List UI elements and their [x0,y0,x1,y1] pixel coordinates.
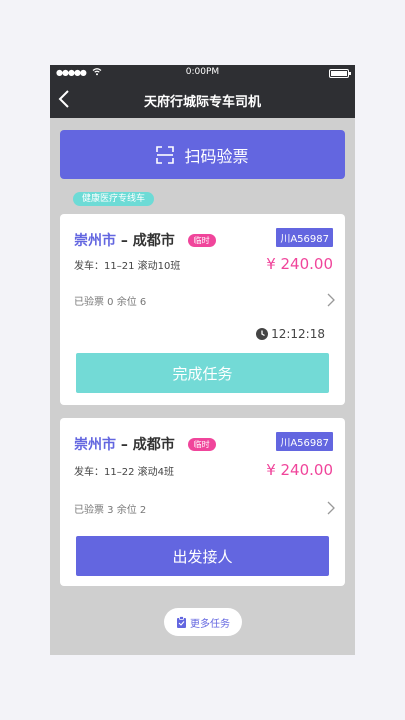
phone-screen: ●●●●● 0:00PM 天府行城际专车司机 扫码验票 健康医疗专线车 崇州市 … [50,65,355,655]
depart-info: 发车：11–22 滚动4班 [74,467,174,478]
status-time: 0:00PM [185,67,220,77]
ticket-status: 已验票 0 余位 6 [74,297,147,308]
countdown-timer: 12:12:18 [256,327,325,341]
trip-card[interactable]: 崇州市 – 成都市 临时 川A56987 发车：11–22 滚动4班 ¥ 240… [60,418,345,586]
route-from: 崇州市 [74,233,116,249]
depart-pickup-button[interactable]: 出发接人 [76,536,329,576]
battery-icon [329,69,351,78]
status-bar: ●●●●● 0:00PM [50,65,355,81]
nav-bar: 天府行城际专车司机 [50,81,355,118]
plate-number: 川A56987 [276,432,333,451]
plate-number: 川A56987 [276,228,333,247]
route: 崇州市 – 成都市 临时 [74,434,216,454]
timer-value: 12:12:18 [271,327,325,341]
more-tasks-button[interactable]: 更多任务 [164,608,242,636]
chevron-right-icon[interactable] [327,500,335,519]
price: ¥ 240.00 [266,461,333,479]
price: ¥ 240.00 [266,255,333,273]
route: 崇州市 – 成都市 临时 [74,230,216,250]
more-tasks-label: 更多任务 [190,618,230,630]
chevron-right-icon[interactable] [327,292,335,311]
route-to: 成都市 [132,233,175,249]
clipboard-icon [176,616,187,628]
scan-icon [156,145,175,164]
complete-task-button[interactable]: 完成任务 [76,353,329,393]
route-to: 成都市 [132,437,175,453]
ticket-status: 已验票 3 余位 2 [74,505,147,516]
route-separator: – [120,233,128,249]
category-tag: 健康医疗专线车 [73,192,155,206]
clock-icon [256,328,269,340]
page-title: 天府行城际专车司机 [143,95,261,110]
trip-card[interactable]: 崇州市 – 成都市 临时 川A56987 发车：11–21 滚动10班 ¥ 24… [60,214,345,405]
scan-ticket-button[interactable]: 扫码验票 [60,130,345,179]
temporary-badge: 临时 [187,438,216,451]
scan-label: 扫码验票 [184,146,249,166]
temporary-badge: 临时 [187,234,216,247]
route-from: 崇州市 [74,437,116,453]
route-separator: – [120,437,128,453]
depart-info: 发车：11–21 滚动10班 [74,261,181,272]
